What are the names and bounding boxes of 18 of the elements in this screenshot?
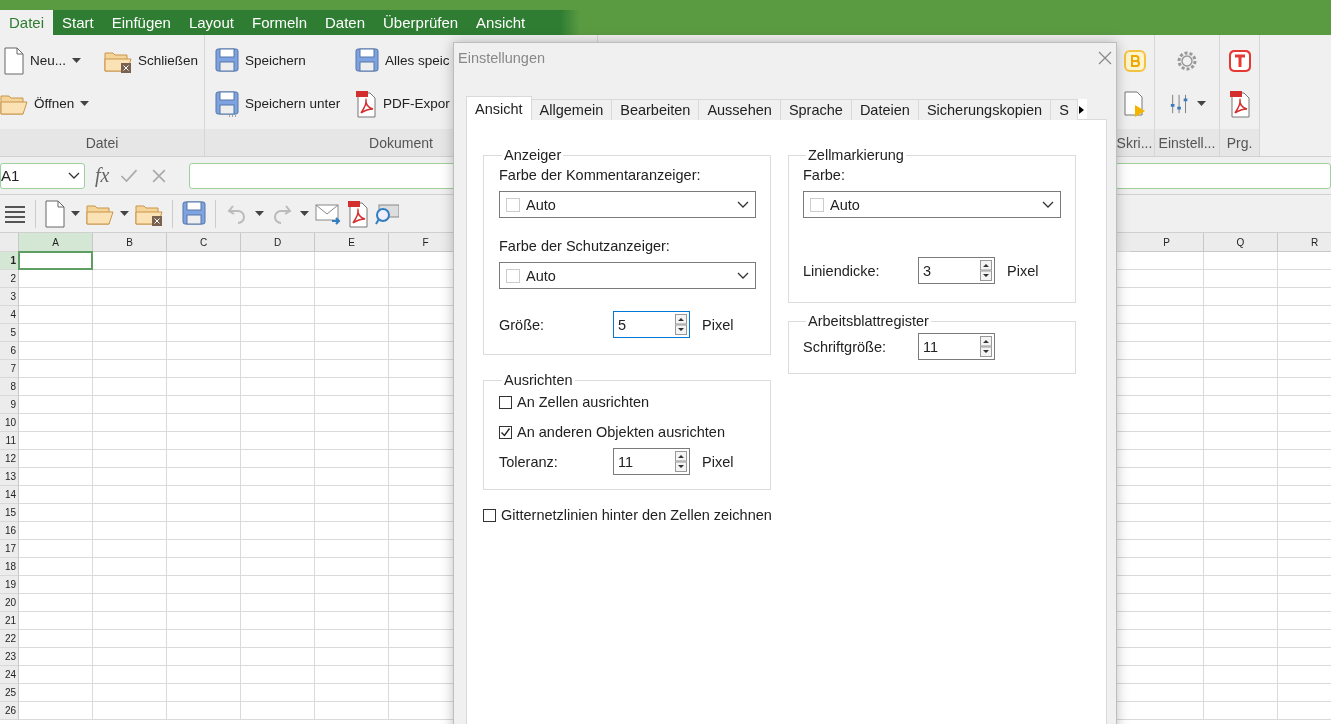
field-label: Schriftgröße: <box>803 338 887 355</box>
field-label: Farbe der Schutzanzeiger: <box>499 238 671 254</box>
field-label: Toleranz: <box>499 453 559 470</box>
field-label: Größe: <box>499 316 546 333</box>
group-label: Datei <box>0 129 204 156</box>
field-label: Liniendicke: <box>803 262 881 279</box>
group-title: Ausrichten <box>503 372 574 388</box>
unit-label: Pixel <box>1007 262 1039 279</box>
unit-label: Pixel <box>702 453 734 470</box>
group-title: Arbeitsblattregister <box>807 313 930 329</box>
group-label: Einstell... <box>1155 129 1219 156</box>
group-title: Zellmarkierung <box>807 147 905 163</box>
group-label: Skri... <box>1115 129 1154 156</box>
field-label: Farbe der Kommentaranzeiger: <box>499 167 702 183</box>
dialog-title: Einstellungen <box>458 50 546 66</box>
field-label: Farbe: <box>803 167 846 183</box>
unit-label: Pixel <box>702 316 734 333</box>
group-label: Prg. <box>1220 129 1259 156</box>
